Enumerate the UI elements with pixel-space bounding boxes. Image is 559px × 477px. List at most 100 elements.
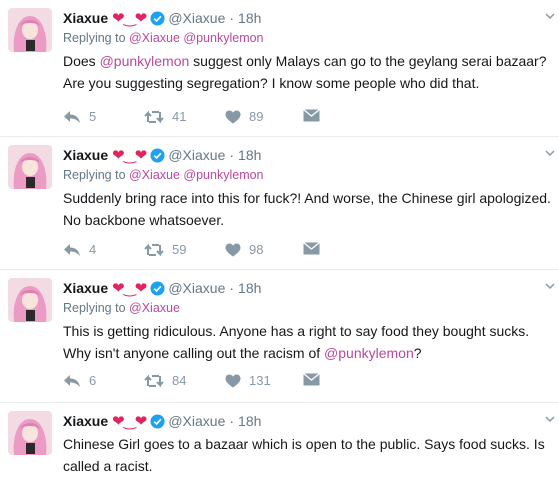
reply-icon [64, 374, 80, 387]
envelope-icon [303, 242, 320, 255]
replying-to-line: Replying to @Xiaxue @punkylemon [63, 31, 264, 45]
tweet-text: This is getting ridiculous. Anyone has a… [63, 320, 557, 364]
tweet-header: Xiaxue ❤‿❤ @Xiaxue · 18h [63, 145, 261, 168]
display-name[interactable]: Xiaxue [63, 413, 108, 429]
tweet-feed: Xiaxue ❤‿❤ @Xiaxue · 18h Replying to @Xiaxue… [0, 0, 559, 477]
name-emoji: ❤‿❤ [112, 413, 147, 430]
reply-icon [64, 243, 80, 256]
tweet-text-line: Does @punkylemon suggest only Malays can… [63, 50, 557, 72]
retweet-button[interactable]: 59 [144, 242, 186, 257]
like-button[interactable]: 131 [225, 373, 271, 388]
verified-badge-icon [150, 148, 165, 168]
tweet-text-line: No backbone whatsoever. [63, 212, 225, 228]
user-handle[interactable]: @Xiaxue [168, 10, 225, 26]
chevron-down-icon[interactable] [545, 149, 555, 157]
chevron-down-icon[interactable] [545, 282, 555, 290]
heart-icon [225, 374, 241, 387]
chevron-down-icon[interactable] [545, 12, 555, 20]
like-button[interactable]: 98 [225, 242, 263, 257]
like-count: 89 [249, 109, 264, 124]
retweet-button[interactable]: 84 [144, 373, 186, 388]
text-segment: suggest only Malays can go to the geylan… [189, 53, 547, 69]
user-handle[interactable]: @Xiaxue [168, 280, 225, 296]
tweet[interactable]: Xiaxue ❤‿❤ @Xiaxue · 18h Replying to @Xiaxue… [0, 270, 559, 403]
display-name[interactable]: Xiaxue [63, 280, 108, 296]
display-name[interactable]: Xiaxue [63, 147, 108, 163]
retweet-count: 59 [172, 242, 187, 257]
verified-badge-icon [150, 414, 165, 434]
name-emoji: ❤‿❤ [112, 147, 147, 164]
replying-to-line: Replying to @Xiaxue [63, 301, 180, 315]
retweet-count: 84 [172, 373, 187, 388]
display-name[interactable]: Xiaxue [63, 10, 108, 26]
reply-count: 6 [89, 373, 97, 388]
direct-message-button[interactable] [303, 109, 328, 122]
tweet-text-line: Are you suggesting segregation? I know s… [63, 75, 480, 91]
heart-icon [225, 110, 241, 123]
tweet-header: Xiaxue ❤‿❤ @Xiaxue · 18h [63, 278, 261, 301]
reply-button[interactable]: 6 [63, 373, 96, 388]
timestamp[interactable]: 18h [238, 413, 261, 429]
verified-badge-icon [150, 11, 165, 31]
envelope-icon [303, 373, 320, 386]
tweet-text: Chinese Girl goes to a bazaar which is o… [63, 433, 557, 477]
text-segment: Why isn't anyone calling out the racism … [63, 345, 325, 361]
text-segment: ? [413, 345, 422, 361]
replying-to-label: Replying to [63, 301, 126, 315]
name-emoji: ❤‿❤ [112, 10, 147, 27]
separator-dot: · [229, 280, 235, 296]
avatar[interactable] [8, 145, 52, 189]
direct-message-button[interactable] [303, 373, 328, 386]
tweet-text: Does @punkylemon suggest only Malays can… [63, 50, 557, 94]
tweet[interactable]: Xiaxue ❤‿❤ @Xiaxue · 18h Chinese Girl goes t… [0, 403, 559, 477]
like-count: 98 [249, 242, 264, 257]
reply-button[interactable]: 4 [63, 242, 96, 257]
separator-dot: · [229, 413, 235, 429]
tweet-text-line: Suddenly bring race into this for fuck?!… [63, 190, 551, 206]
replying-to-mentions[interactable]: @Xiaxue @punkylemon [129, 168, 263, 182]
replying-to-mentions[interactable]: @Xiaxue [129, 301, 180, 315]
avatar[interactable] [8, 8, 52, 52]
replying-to-mentions[interactable]: @Xiaxue @punkylemon [129, 31, 263, 45]
tweet-text-line: This is getting ridiculous. Anyone has a… [63, 323, 530, 339]
separator-dot: · [229, 10, 235, 26]
tweet-header: Xiaxue ❤‿❤ @Xiaxue · 18h [63, 8, 261, 31]
mention-link[interactable]: @punkylemon [100, 53, 190, 69]
retweet-icon [144, 243, 164, 256]
replying-to-label: Replying to [63, 31, 126, 45]
like-button[interactable]: 89 [225, 109, 263, 124]
separator-dot: · [229, 147, 235, 163]
reply-count: 4 [89, 242, 97, 257]
tweet-text-line: called a racist. [63, 458, 153, 474]
tweet[interactable]: Xiaxue ❤‿❤ @Xiaxue · 18h Replying to @Xiaxue… [0, 0, 559, 137]
tweet-text-line: Chinese Girl goes to a bazaar which is o… [63, 436, 545, 452]
retweet-icon [144, 110, 164, 123]
direct-message-button[interactable] [303, 242, 328, 255]
tweet-text-line: Why isn't anyone calling out the racism … [63, 342, 557, 364]
envelope-icon [303, 109, 320, 122]
tweet-header: Xiaxue ❤‿❤ @Xiaxue · 18h [63, 411, 261, 434]
avatar[interactable] [8, 278, 52, 322]
mention-link[interactable]: @punkylemon [324, 345, 414, 361]
reply-count: 5 [89, 109, 97, 124]
heart-icon [225, 243, 241, 256]
timestamp[interactable]: 18h [238, 10, 261, 26]
retweet-button[interactable]: 41 [144, 109, 186, 124]
replying-to-label: Replying to [63, 168, 126, 182]
retweet-count: 41 [172, 109, 187, 124]
user-handle[interactable]: @Xiaxue [168, 147, 225, 163]
retweet-icon [144, 374, 164, 387]
name-emoji: ❤‿❤ [112, 280, 147, 297]
like-count: 131 [249, 373, 271, 388]
timestamp[interactable]: 18h [238, 147, 261, 163]
user-handle[interactable]: @Xiaxue [168, 413, 225, 429]
timestamp[interactable]: 18h [238, 280, 261, 296]
replying-to-line: Replying to @Xiaxue @punkylemon [63, 168, 264, 182]
text-segment: Does [63, 53, 100, 69]
avatar[interactable] [8, 411, 52, 455]
verified-badge-icon [150, 281, 165, 301]
tweet-text: Suddenly bring race into this for fuck?!… [63, 187, 557, 231]
tweet[interactable]: Xiaxue ❤‿❤ @Xiaxue · 18h Replying to @Xiaxue… [0, 137, 559, 270]
reply-button[interactable]: 5 [63, 109, 96, 124]
chevron-down-icon[interactable] [545, 415, 555, 423]
